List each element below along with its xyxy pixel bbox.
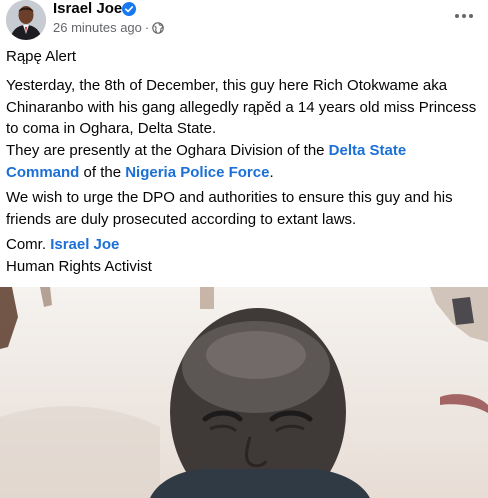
post-paragraph-2: They are presently at the Oghara Divisio… <box>6 140 482 183</box>
paragraph-2-text-start: They are presently at the Oghara Divisio… <box>6 142 329 159</box>
signature-role: Human Rights Activist <box>6 258 152 275</box>
author-name[interactable]: Israel Joe <box>53 0 122 18</box>
more-options-icon[interactable] <box>448 6 480 26</box>
post-timestamp[interactable]: 26 minutes ago <box>53 20 142 36</box>
israel-joe-mention-link[interactable]: Israel Joe <box>50 236 119 253</box>
globe-icon[interactable] <box>152 22 165 34</box>
verified-badge-icon <box>122 2 136 16</box>
post-photo[interactable] <box>0 287 488 498</box>
post-meta: 26 minutes ago · <box>53 20 165 36</box>
signature-line: Comr. Israel Joe <box>6 234 482 256</box>
nigeria-police-force-link[interactable]: Nigeria Police Force <box>125 164 269 181</box>
post-title: Rąpę Alert <box>6 48 77 65</box>
paragraph-2-text-middle: of the <box>79 163 126 181</box>
post-paragraph-3: We wish to urge the DPO and authorities … <box>6 189 453 228</box>
post-paragraph-1: Yesterday, the 8th of December, this guy… <box>6 77 477 137</box>
post-header: Israel Joe 26 minutes ago · <box>0 0 488 40</box>
signature-prefix: Comr. <box>6 236 51 253</box>
photo-illustration <box>0 287 488 498</box>
meta-separator: · <box>144 20 150 35</box>
paragraph-2-text-end: . <box>269 163 274 181</box>
author-avatar[interactable] <box>6 0 46 40</box>
